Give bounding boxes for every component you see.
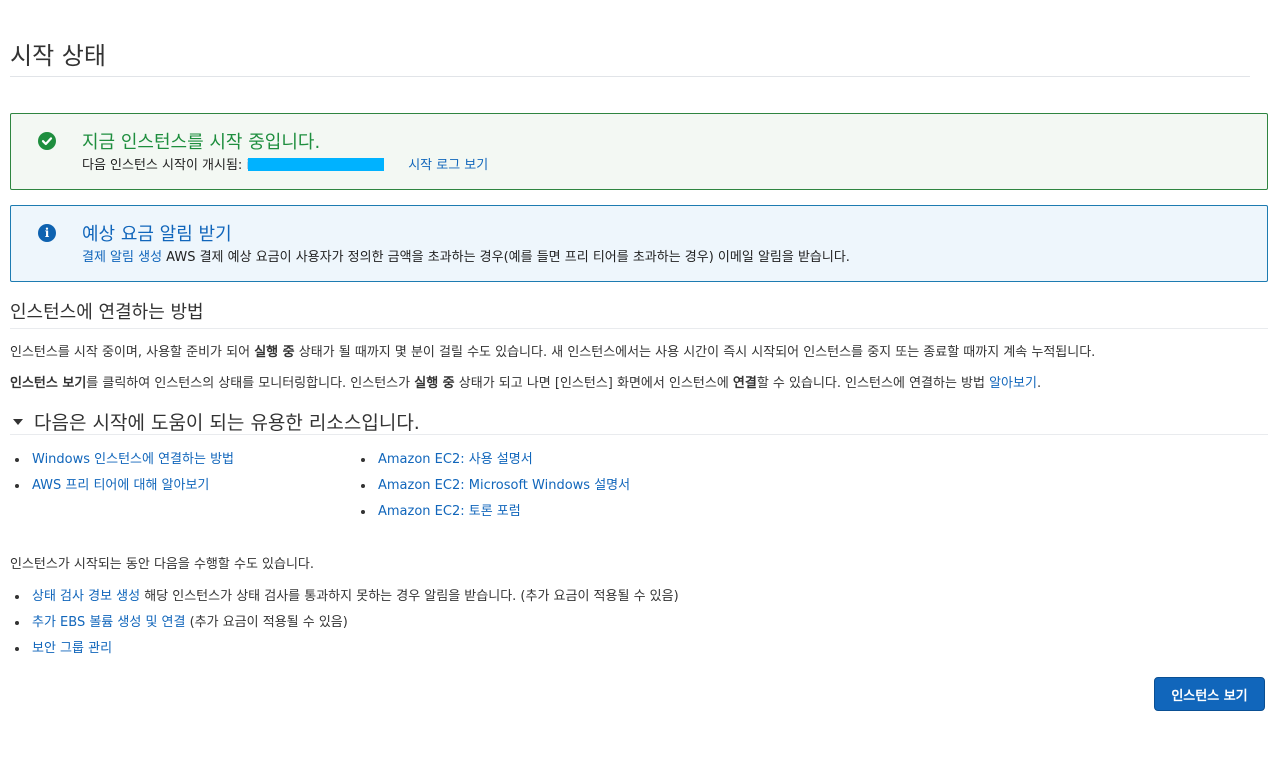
manage-security-groups-link[interactable]: 보안 그룹 관리: [32, 641, 112, 656]
free-tier-link[interactable]: AWS 프리 티어에 대해 알아보기: [32, 478, 209, 493]
connect-paragraph-1: 인스턴스를 시작 중이며, 사용할 준비가 되어 실행 중 상태가 될 때까지 …: [10, 341, 1095, 360]
list-item: Amazon EC2: Microsoft Windows 설명서: [356, 477, 630, 503]
view-launch-log-link[interactable]: 시작 로그 보기: [408, 158, 488, 173]
list-item: 상태 검사 경보 생성 해당 인스턴스가 상태 검사를 통과하지 못하는 경우 …: [10, 588, 679, 614]
p1-text-a: 인스턴스를 시작 중이며, 사용할 준비가 되어: [10, 345, 255, 360]
resources-list-left: Windows 인스턴스에 연결하는 방법 AWS 프리 티어에 대해 알아보기: [10, 451, 234, 503]
list-item: 보안 그룹 관리: [10, 640, 679, 666]
p2-text-c: 할 수 있습니다. 인스턴스에 연결하는 방법: [756, 376, 990, 391]
list-item: Amazon EC2: 사용 설명서: [356, 451, 630, 477]
learn-more-link[interactable]: 알아보기: [989, 376, 1037, 391]
success-alert-body: 다음 인스턴스 시작이 개시됨: i 시작 로그 보기: [82, 154, 488, 173]
p2-text-b: 상태가 되고 나면 [인스턴스] 화면에서 인스턴스에: [454, 376, 733, 391]
resources-title: 다음은 시작에 도움이 되는 유용한 리소스입니다.: [34, 412, 420, 434]
page-title: 시작 상태: [10, 42, 106, 70]
resources-toggle[interactable]: 다음은 시작에 도움이 되는 유용한 리소스입니다.: [10, 408, 420, 435]
tasks-list: 상태 검사 경보 생성 해당 인스턴스가 상태 검사를 통과하지 못하는 경우 …: [10, 588, 679, 666]
p1-running-bold: 실행 중: [254, 345, 295, 360]
p1-text-b: 상태가 될 때까지 몇 분이 걸릴 수도 있습니다. 새 인스턴스에서는 사용 …: [294, 345, 1096, 360]
resources-divider: [10, 434, 1268, 435]
section-divider: [10, 328, 1268, 329]
create-status-check-alarm-link[interactable]: 상태 검사 경보 생성: [32, 589, 140, 604]
create-ebs-volume-link[interactable]: 추가 EBS 볼륨 생성 및 연결: [32, 615, 185, 630]
list-item: Windows 인스턴스에 연결하는 방법: [10, 451, 234, 477]
ec2-user-guide-link[interactable]: Amazon EC2: 사용 설명서: [378, 452, 533, 467]
p2-text-a: 를 클릭하여 인스턴스의 상태를 모니터링합니다. 인스턴스가: [86, 376, 415, 391]
connect-section-title: 인스턴스에 연결하는 방법: [10, 302, 204, 323]
create-billing-alert-link[interactable]: 결제 알림 생성: [82, 250, 162, 265]
launch-success-alert: 지금 인스턴스를 시작 중입니다. 다음 인스턴스 시작이 개시됨: i 시작 …: [10, 113, 1268, 190]
list-item: 추가 EBS 볼륨 생성 및 연결 (추가 요금이 적용될 수 있음): [10, 614, 679, 640]
p2-text-d: .: [1036, 376, 1042, 391]
task-description: 해당 인스턴스가 상태 검사를 통과하지 못하는 경우 알림을 받습니다. (추…: [140, 589, 679, 604]
billing-alert-info: i 예상 요금 알림 받기 결제 알림 생성 AWS 결제 예상 요금이 사용자…: [10, 205, 1268, 282]
title-divider: [10, 76, 1250, 77]
p2-running-bold: 실행 중: [414, 376, 455, 391]
check-circle-icon: [38, 132, 56, 150]
info-alert-body: 결제 알림 생성 AWS 결제 예상 요금이 사용자가 정의한 금액을 초과하는…: [82, 246, 850, 265]
list-item: Amazon EC2: 토론 포럼: [356, 503, 630, 529]
connect-paragraph-2: 인스턴스 보기를 클릭하여 인스턴스의 상태를 모니터링합니다. 인스턴스가 실…: [10, 372, 1041, 391]
task-description: (추가 요금이 적용될 수 있음): [185, 615, 348, 630]
p2-connect-bold: 연결: [732, 376, 757, 391]
info-alert-text: AWS 결제 예상 요금이 사용자가 정의한 금액을 초과하는 경우(예를 들면…: [162, 250, 850, 265]
caret-down-icon: [13, 418, 23, 425]
p2-view-instances-bold: 인스턴스 보기: [10, 376, 87, 391]
info-circle-icon: i: [38, 224, 56, 242]
launch-initiated-label: 다음 인스턴스 시작이 개시됨:: [82, 158, 247, 173]
list-item: AWS 프리 티어에 대해 알아보기: [10, 477, 234, 503]
tasks-intro: 인스턴스가 시작되는 동안 다음을 수행할 수도 있습니다.: [10, 557, 315, 572]
ec2-forum-link[interactable]: Amazon EC2: 토론 포럼: [378, 504, 521, 519]
success-alert-title: 지금 인스턴스를 시작 중입니다.: [82, 132, 321, 153]
ec2-windows-guide-link[interactable]: Amazon EC2: Microsoft Windows 설명서: [378, 478, 630, 493]
view-instances-button[interactable]: 인스턴스 보기: [1154, 677, 1265, 711]
redaction-mark: [248, 158, 385, 171]
info-alert-title: 예상 요금 알림 받기: [82, 224, 232, 245]
connect-windows-link[interactable]: Windows 인스턴스에 연결하는 방법: [32, 452, 234, 467]
resources-list-right: Amazon EC2: 사용 설명서 Amazon EC2: Microsoft…: [356, 451, 630, 529]
